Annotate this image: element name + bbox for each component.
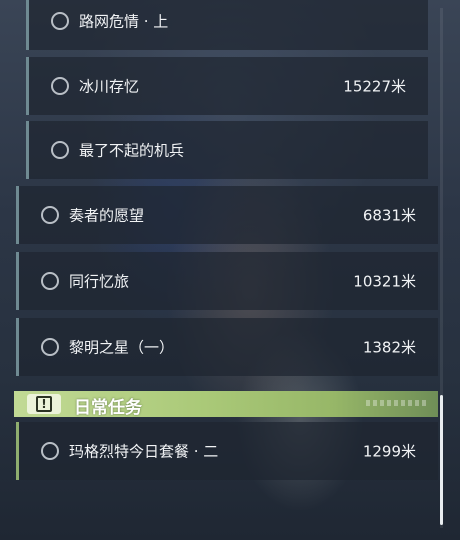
quest-title: 奏者的愿望 <box>69 206 145 225</box>
quest-distance: 1299米 <box>362 442 416 461</box>
quest-title: 同行忆旅 <box>69 272 130 291</box>
quest-status-icon <box>51 141 69 159</box>
quest-item[interactable]: 同行忆旅 10321米 <box>16 252 438 310</box>
quest-distance: 1382米 <box>362 338 416 357</box>
quest-distance: 10321米 <box>353 272 416 291</box>
quest-item[interactable]: 奏者的愿望 6831米 <box>16 186 438 244</box>
exclamation-icon: ! <box>27 394 61 414</box>
quest-status-icon <box>51 77 69 95</box>
quest-title: 最了不起的机兵 <box>79 141 185 160</box>
quest-status-icon <box>41 272 59 290</box>
quest-item[interactable]: 黎明之星（一） 1382米 <box>16 318 438 376</box>
quest-status-icon <box>41 442 59 460</box>
quest-status-icon <box>41 206 59 224</box>
daily-quests-header[interactable]: ! 日常任务 <box>14 391 438 418</box>
quest-title: 玛格烈特今日套餐 · 二 <box>69 442 219 461</box>
header-decoration <box>366 400 426 406</box>
quest-status-icon <box>51 12 69 30</box>
quest-title: 路网危情 · 上 <box>79 12 169 31</box>
scrollbar-thumb[interactable] <box>440 395 443 525</box>
quest-title: 黎明之星（一） <box>69 338 175 357</box>
quest-distance: 15227米 <box>343 77 406 96</box>
quest-item[interactable]: 最了不起的机兵 <box>26 121 428 179</box>
daily-quests-title: 日常任务 <box>74 398 142 418</box>
quest-title: 冰川存忆 <box>79 77 140 96</box>
quest-distance: 6831米 <box>362 206 416 225</box>
quest-status-icon <box>41 338 59 356</box>
quest-item[interactable]: 冰川存忆 15227米 <box>26 57 428 115</box>
quest-item[interactable]: 路网危情 · 上 <box>26 0 428 50</box>
daily-quest-item[interactable]: 玛格烈特今日套餐 · 二 1299米 <box>16 422 438 480</box>
